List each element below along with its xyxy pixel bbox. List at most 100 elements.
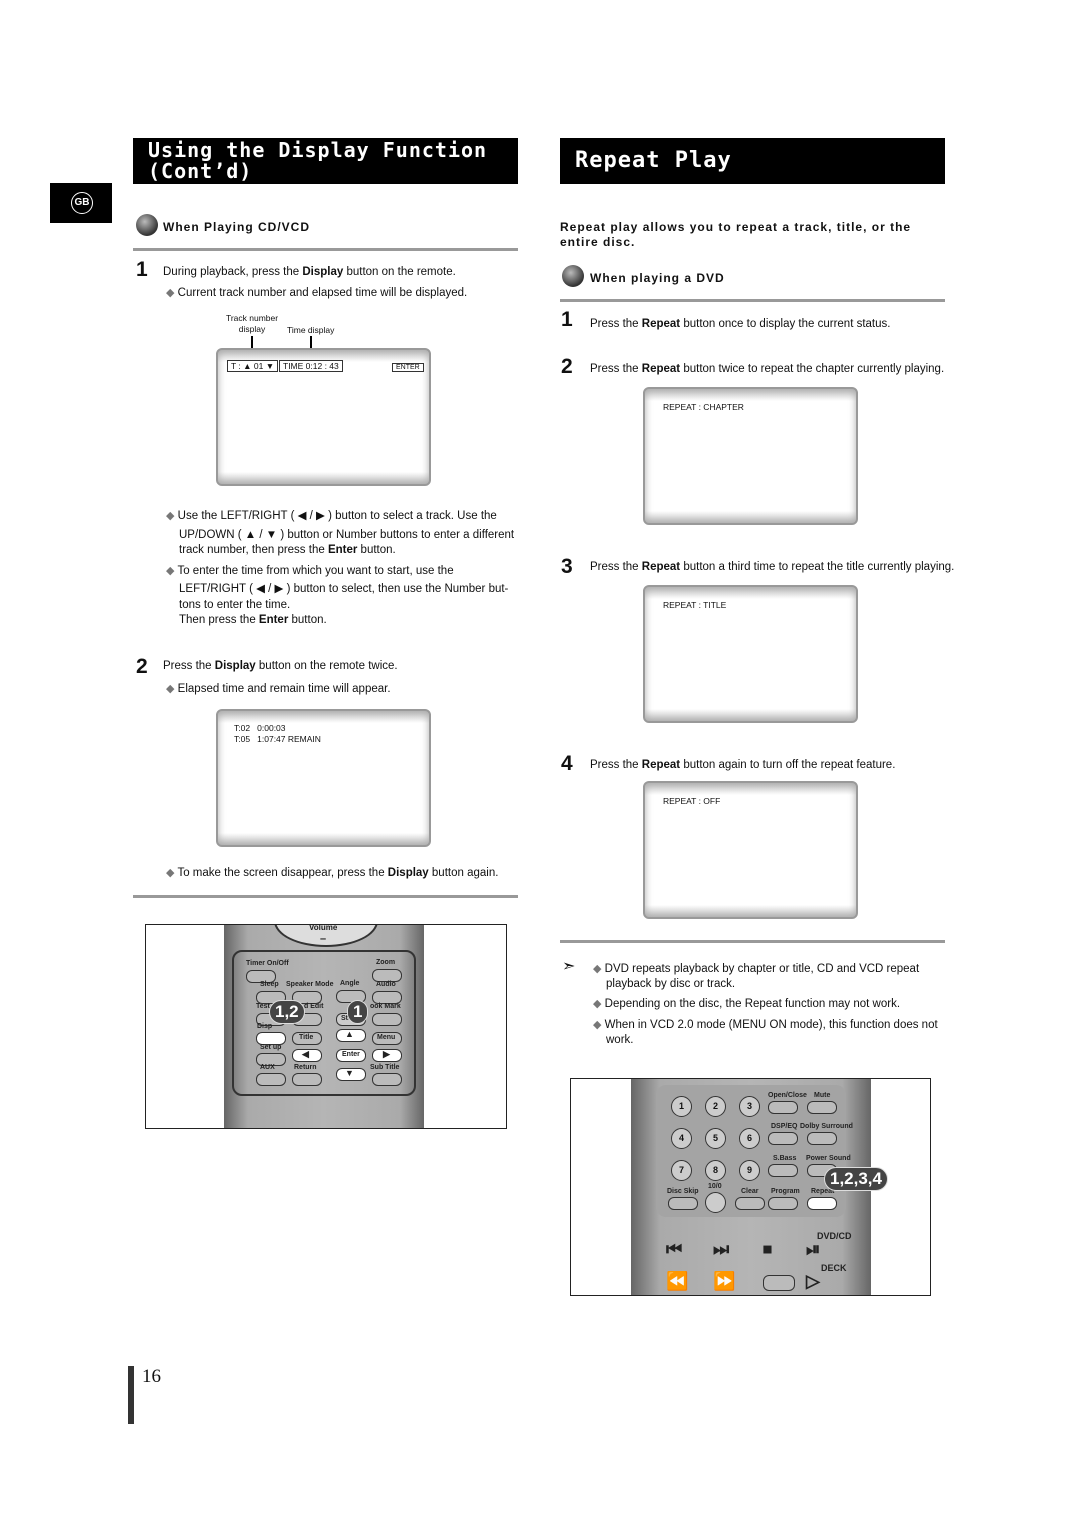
mute-button[interactable] bbox=[807, 1101, 837, 1114]
label: ook Mark bbox=[370, 1003, 401, 1010]
step-number: 2 bbox=[561, 355, 573, 378]
disc-skip-button[interactable] bbox=[668, 1197, 698, 1210]
subtitle-dvd: When playing a DVD bbox=[590, 271, 725, 285]
label: AUX bbox=[260, 1064, 275, 1071]
divider bbox=[133, 895, 518, 898]
label: Menu bbox=[377, 1034, 396, 1041]
elapsed-readout: T:02 0:00:03 bbox=[234, 723, 286, 733]
dvd-cd-label: DVD/CD bbox=[817, 1231, 852, 1241]
left-arrow-icon: ◀ bbox=[302, 1049, 309, 1059]
bullet: ◆ To make the screen disappear, press th… bbox=[166, 867, 499, 879]
deck-stop-button[interactable] bbox=[763, 1275, 795, 1291]
dsp-eq-button[interactable] bbox=[768, 1132, 798, 1145]
label: Mute bbox=[814, 1092, 831, 1099]
label: Disp bbox=[257, 1023, 273, 1030]
play-icon[interactable]: ▷ bbox=[806, 1271, 820, 1292]
manual-page: GB Using the Display Function (Cont’d) W… bbox=[0, 0, 1080, 1528]
label: Dolby Surround bbox=[800, 1123, 853, 1130]
repeat-button[interactable] bbox=[807, 1197, 837, 1210]
tv-screen-chapter: REPEAT : CHAPTER bbox=[643, 387, 858, 525]
callout-steps-1-4: 1,2,3,4 bbox=[824, 1167, 888, 1191]
tv-screen-track: T : ▲ 01 ▼ TIME 0:12 : 43 ENTER bbox=[216, 348, 431, 486]
track-readout: T : ▲ 01 ▼ bbox=[227, 360, 279, 372]
bullet-cont: Then press the Enter button. bbox=[179, 614, 327, 626]
digit-button[interactable]: 9 bbox=[739, 1160, 760, 1181]
label: Sleep bbox=[260, 981, 279, 988]
label: Angle bbox=[340, 980, 360, 987]
time-readout: TIME 0:12 : 43 bbox=[279, 360, 343, 372]
return-button[interactable] bbox=[292, 1073, 322, 1086]
divider bbox=[133, 248, 518, 251]
fast-forward-icon[interactable]: ⏩ bbox=[713, 1271, 735, 1292]
note: ◆ When in VCD 2.0 mode (MENU ON mode), t… bbox=[593, 1019, 938, 1031]
remote-body: 1 2 3 4 5 6 7 8 9 Open/Close Mute DSP/EQ… bbox=[631, 1079, 888, 1295]
step-number: 1 bbox=[136, 258, 148, 281]
label: Audio bbox=[376, 981, 396, 988]
label: Speaker Mode bbox=[286, 981, 334, 988]
aux-button[interactable] bbox=[256, 1073, 286, 1086]
step-number: 2 bbox=[136, 655, 148, 678]
repeat-status: REPEAT : TITLE bbox=[663, 600, 727, 610]
bullet: ◆ Use the LEFT/RIGHT ( ◀ / ▶ ) button to… bbox=[166, 510, 497, 522]
label: Return bbox=[294, 1064, 317, 1071]
digit-button[interactable]: 7 bbox=[671, 1160, 692, 1181]
step-text: Press the Repeat button once to display … bbox=[590, 318, 891, 330]
dolby-surround-button[interactable] bbox=[807, 1132, 837, 1145]
skip-back-icon[interactable]: ⏮ bbox=[666, 1239, 682, 1260]
program-button[interactable] bbox=[768, 1197, 798, 1210]
digit-button[interactable]: 1 bbox=[671, 1096, 692, 1117]
remote-illustration-display: Volume – Timer On/Off Zoom Sleep Speaker… bbox=[145, 924, 507, 1129]
open-close-button[interactable] bbox=[768, 1101, 798, 1114]
remain-readout: T:05 1:07:47 REMAIN bbox=[234, 734, 321, 744]
digit-button[interactable]: 3 bbox=[739, 1096, 760, 1117]
repeat-status: REPEAT : CHAPTER bbox=[663, 402, 744, 412]
s-bass-button[interactable] bbox=[768, 1164, 798, 1177]
right-arrow-icon: ▶ bbox=[383, 1049, 390, 1059]
divider bbox=[560, 299, 945, 302]
digit-button[interactable]: 8 bbox=[705, 1160, 726, 1181]
bullet: ◆ To enter the time from which you want … bbox=[166, 565, 454, 577]
gb-badge: GB bbox=[71, 192, 93, 214]
label: d Edit bbox=[304, 1003, 324, 1010]
volume-label: Volume bbox=[309, 924, 338, 932]
disc-icon bbox=[136, 214, 158, 236]
digit-button[interactable]: 5 bbox=[705, 1128, 726, 1149]
enter-label: ENTER bbox=[392, 363, 424, 372]
play-pause-icon[interactable]: ⏯ bbox=[806, 1239, 820, 1260]
track-number-label: Track number display bbox=[225, 313, 279, 334]
label: Set up bbox=[260, 1044, 282, 1051]
bookmark-button[interactable] bbox=[372, 1013, 402, 1026]
step-text: Press the Display button on the remote t… bbox=[163, 660, 398, 672]
subtitle-button[interactable] bbox=[372, 1073, 402, 1086]
disc-icon bbox=[562, 265, 584, 287]
ten-zero-button[interactable] bbox=[705, 1192, 726, 1213]
step-text: Press the Repeat button a third time to … bbox=[590, 561, 955, 573]
label: Open/Close bbox=[768, 1092, 807, 1099]
label: Clear bbox=[741, 1188, 759, 1195]
note: ◆ DVD repeats playback by chapter or tit… bbox=[593, 963, 920, 975]
skip-forward-icon[interactable]: ⏭ bbox=[713, 1239, 729, 1260]
step-text: Press the Repeat button again to turn of… bbox=[590, 759, 896, 771]
label: Zoom bbox=[376, 959, 396, 966]
label: Disc Skip bbox=[667, 1188, 699, 1195]
page-number-bar bbox=[128, 1366, 134, 1424]
down-arrow-icon: ▼ bbox=[345, 1068, 354, 1078]
rewind-icon[interactable]: ⏪ bbox=[666, 1271, 688, 1292]
section-title-repeat: Repeat Play bbox=[560, 138, 945, 184]
label: Program bbox=[771, 1188, 800, 1195]
tv-screen-remain: T:02 0:00:03 T:05 1:07:47 REMAIN bbox=[216, 709, 431, 847]
minus-label: – bbox=[320, 933, 327, 945]
tv-screen-title: REPEAT : TITLE bbox=[643, 585, 858, 723]
page-number: 16 bbox=[142, 1366, 161, 1387]
digit-button[interactable]: 6 bbox=[739, 1128, 760, 1149]
divider bbox=[560, 940, 945, 943]
stop-icon[interactable]: ⏹ bbox=[763, 1239, 772, 1260]
step-text: Press the Repeat button twice to repeat … bbox=[590, 363, 945, 375]
clear-button[interactable] bbox=[735, 1197, 765, 1210]
digit-button[interactable]: 4 bbox=[671, 1128, 692, 1149]
digit-button[interactable]: 2 bbox=[705, 1096, 726, 1117]
note-cont: work. bbox=[606, 1034, 634, 1046]
callout-step-1-2: 1,2 bbox=[269, 1000, 305, 1024]
deck-label: DECK bbox=[821, 1263, 847, 1273]
step-text: During playback, press the Display butto… bbox=[163, 266, 456, 278]
